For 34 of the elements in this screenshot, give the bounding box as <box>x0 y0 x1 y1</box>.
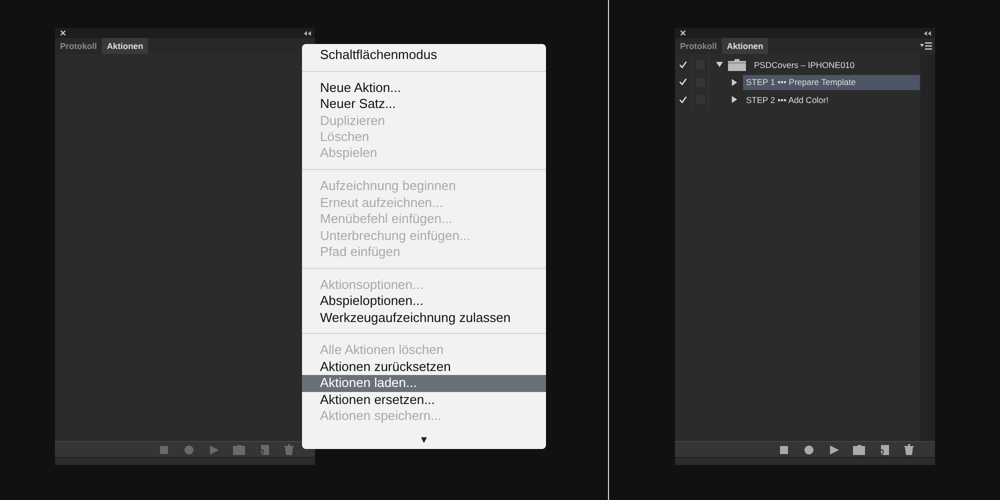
collapse-icon[interactable] <box>303 30 311 36</box>
folder-icon <box>728 58 746 71</box>
resize-grip[interactable] <box>55 457 315 465</box>
menu-item[interactable]: Werkzeugaufzeichnung zulassen <box>302 310 546 326</box>
menu-item[interactable]: Aktionen laden... <box>302 375 546 392</box>
folder-icon[interactable] <box>853 444 865 456</box>
close-icon[interactable] <box>60 30 66 36</box>
menu-item[interactable]: Aktionen zurücksetzen <box>302 358 546 376</box>
disclosure-triangle-icon[interactable] <box>716 61 723 68</box>
disclosure-triangle-icon[interactable] <box>731 96 738 104</box>
stop-icon[interactable] <box>778 444 790 456</box>
menu-item[interactable]: Neue Aktion... <box>302 80 546 96</box>
checkmark-icon[interactable] <box>679 96 687 104</box>
action-set[interactable]: PSDCovers – IPHONE010 <box>751 57 920 72</box>
action-item[interactable]: STEP 1 ••• Prepare Template <box>743 74 920 90</box>
collapse-icon[interactable] <box>923 30 931 36</box>
panel-tab[interactable]: Aktionen <box>102 38 148 54</box>
new-item-icon[interactable] <box>878 444 890 456</box>
menu-item[interactable]: Aktionen ersetzen... <box>302 392 546 408</box>
panel-tab[interactable]: Aktionen <box>722 38 768 54</box>
trash-icon[interactable] <box>903 444 915 456</box>
checkmark-icon[interactable] <box>679 60 687 69</box>
menu-item[interactable]: Neuer Satz... <box>302 96 546 113</box>
menu-item[interactable]: Abspieloptionen... <box>302 293 546 310</box>
action-item[interactable]: STEP 2 ••• Add Color! <box>743 92 920 108</box>
disclosure-triangle-icon[interactable] <box>731 78 738 86</box>
panel-menu-icon[interactable] <box>920 42 932 50</box>
scrollbar-track[interactable] <box>921 54 935 441</box>
resize-grip[interactable] <box>675 457 935 465</box>
scroll-down-arrow[interactable]: ▼ <box>419 435 429 446</box>
checkmark-icon[interactable] <box>679 78 687 86</box>
menu-item[interactable]: Schaltflächenmodus <box>302 47 546 64</box>
record-icon[interactable] <box>803 444 815 456</box>
close-icon[interactable] <box>680 30 686 36</box>
